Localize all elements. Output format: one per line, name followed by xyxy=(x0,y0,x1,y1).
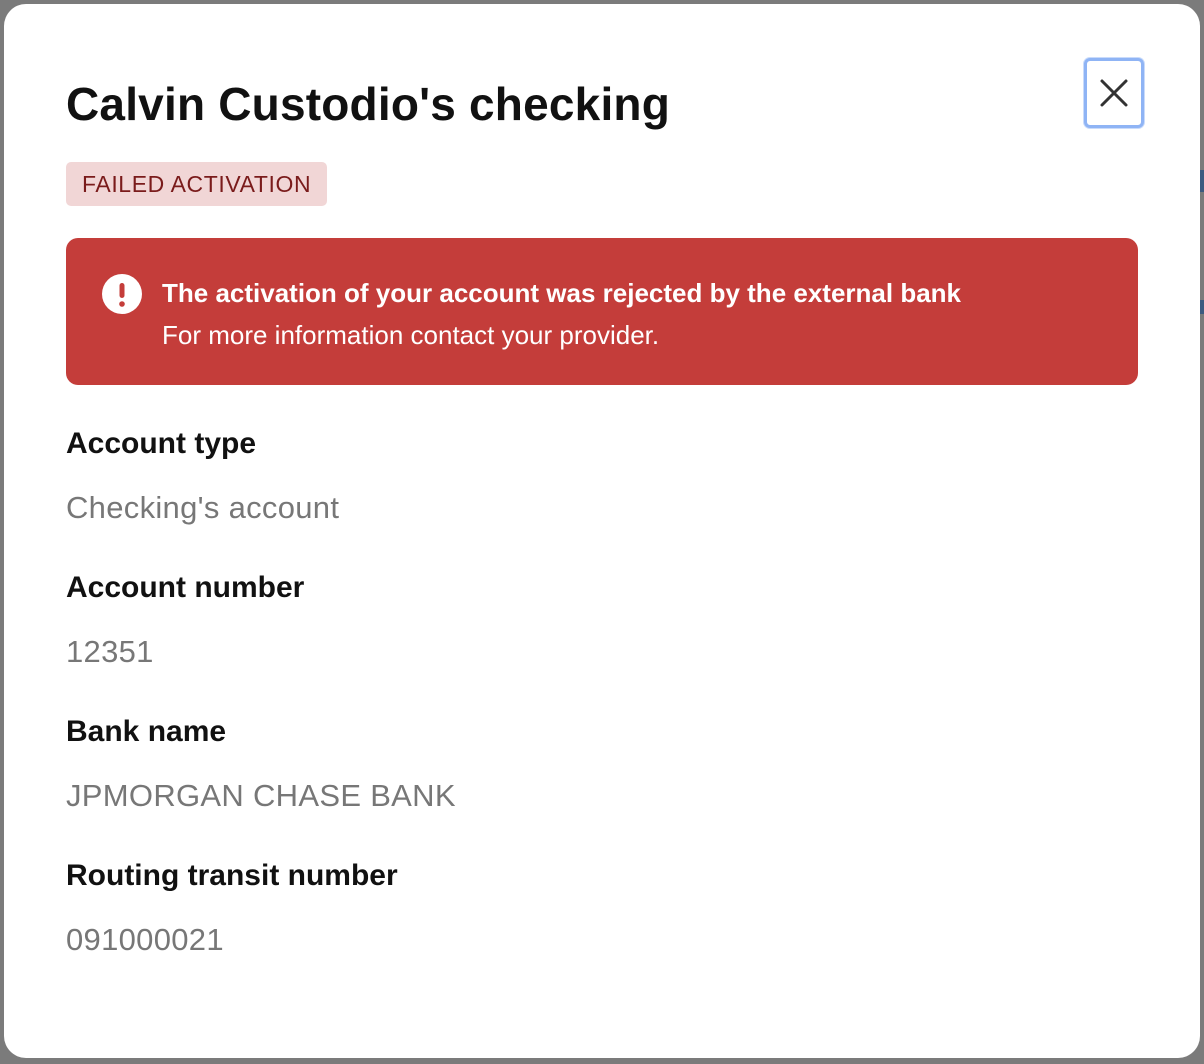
account-number-value: 12351 xyxy=(66,634,154,669)
alert-title: The activation of your account was rejec… xyxy=(162,278,962,308)
close-button[interactable] xyxy=(1084,58,1144,128)
background-page-edge xyxy=(1200,170,1204,192)
error-alert: The activation of your account was rejec… xyxy=(66,238,1138,385)
account-type-value: Checking's account xyxy=(66,490,340,525)
routing-number-label: Routing transit number xyxy=(66,859,398,892)
account-number-label: Account number xyxy=(66,571,305,604)
account-type-label: Account type xyxy=(66,427,257,460)
background-page-edge xyxy=(1200,300,1204,314)
modal-title: Calvin Custodio's checking xyxy=(66,78,671,130)
bank-name-value: JPMORGAN CHASE BANK xyxy=(66,778,456,813)
routing-number-value: 091000021 xyxy=(66,922,224,957)
status-badge: FAILED ACTIVATION xyxy=(66,162,328,206)
close-icon xyxy=(1100,79,1128,107)
exclamation-circle-icon xyxy=(102,274,142,314)
alert-message: For more information contact your provid… xyxy=(162,320,660,350)
bank-name-label: Bank name xyxy=(66,715,227,748)
account-details-modal: Calvin Custodio's checking FAILED ACTIVA… xyxy=(4,4,1200,1058)
